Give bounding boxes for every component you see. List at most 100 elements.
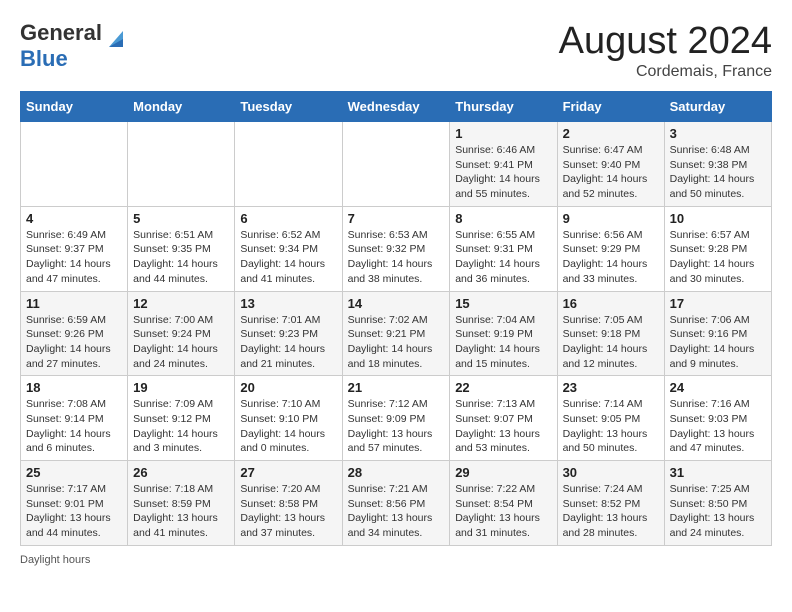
day-info: Sunrise: 6:49 AMSunset: 9:37 PMDaylight:… — [26, 228, 122, 287]
day-info: Sunrise: 6:55 AMSunset: 9:31 PMDaylight:… — [455, 228, 551, 287]
day-number: 6 — [240, 211, 336, 226]
calendar-cell — [342, 122, 450, 207]
calendar-cell: 20 Sunrise: 7:10 AMSunset: 9:10 PMDayligh… — [235, 376, 342, 461]
day-info: Sunrise: 7:01 AMSunset: 9:23 PMDaylight:… — [240, 313, 336, 372]
day-info: Sunrise: 6:52 AMSunset: 9:34 PMDaylight:… — [240, 228, 336, 287]
calendar-week-row: 25Sunrise: 7:17 AMSunset: 9:01 PMDayligh… — [21, 461, 772, 546]
day-info: Sunrise: 7:08 AMSunset: 9:14 PMDaylight:… — [26, 397, 122, 456]
day-number: 21 — [348, 380, 445, 395]
day-info: Sunrise: 7:25 AMSunset: 8:50 PMDaylight:… — [670, 482, 766, 541]
calendar-cell: 23Sunrise: 7:14 AMSunset: 9:05 PMDayligh… — [557, 376, 664, 461]
day-info: Sunrise: 7:04 AMSunset: 9:19 PMDaylight:… — [455, 313, 551, 372]
day-info: Sunrise: 7:17 AMSunset: 9:01 PMDaylight:… — [26, 482, 122, 541]
calendar-cell: 1Sunrise: 6:46 AMSunset: 9:41 PMDaylight… — [450, 122, 557, 207]
day-number: 17 — [670, 296, 766, 311]
calendar-day-header: Friday — [557, 92, 664, 122]
day-number: 30 — [563, 465, 659, 480]
day-info: Sunrise: 6:56 AMSunset: 9:29 PMDaylight:… — [563, 228, 659, 287]
day-number: 14 — [348, 296, 445, 311]
calendar-day-header: Monday — [128, 92, 235, 122]
calendar-day-header: Thursday — [450, 92, 557, 122]
calendar-cell: 19 Sunrise: 7:09 AMSunset: 9:12 PMDayligh… — [128, 376, 235, 461]
day-number: 8 — [455, 211, 551, 226]
calendar-cell: 28Sunrise: 7:21 AMSunset: 8:56 PMDayligh… — [342, 461, 450, 546]
day-info: Sunrise: 7:18 AMSunset: 8:59 PMDaylight:… — [133, 482, 229, 541]
day-info: Sunrise: 7:02 AMSunset: 9:21 PMDaylight:… — [348, 313, 445, 372]
calendar-cell: 25Sunrise: 7:17 AMSunset: 9:01 PMDayligh… — [21, 461, 128, 546]
month-year-title: August 2024 — [559, 20, 772, 63]
day-number: 23 — [563, 380, 659, 395]
day-number: 24 — [670, 380, 766, 395]
day-number: 20 — [240, 380, 336, 395]
day-number: 4 — [26, 211, 122, 226]
day-number: 13 — [240, 296, 336, 311]
logo-arrow-icon — [105, 29, 127, 51]
calendar-cell: 29 Sunrise: 7:22 AMSunset: 8:54 PMDayligh… — [450, 461, 557, 546]
calendar-cell: 26Sunrise: 7:18 AMSunset: 8:59 PMDayligh… — [128, 461, 235, 546]
day-number: 7 — [348, 211, 445, 226]
calendar-cell: 15 Sunrise: 7:04 AMSunset: 9:19 PMDayligh… — [450, 291, 557, 376]
day-info: Sunrise: 7:09 AMSunset: 9:12 PMDaylight:… — [133, 397, 229, 456]
calendar-cell: 31 Sunrise: 7:25 AMSunset: 8:50 PMDayligh… — [664, 461, 771, 546]
day-number: 15 — [455, 296, 551, 311]
day-info: Sunrise: 7:05 AMSunset: 9:18 PMDaylight:… — [563, 313, 659, 372]
calendar-day-header: Wednesday — [342, 92, 450, 122]
calendar-cell: 3Sunrise: 6:48 AMSunset: 9:38 PMDaylight… — [664, 122, 771, 207]
daylight-label: Daylight hours — [20, 554, 90, 566]
day-info: Sunrise: 7:10 AMSunset: 9:10 PMDaylight:… — [240, 397, 336, 456]
calendar-table: SundayMondayTuesdayWednesdayThursdayFrid… — [20, 91, 772, 546]
day-info: Sunrise: 6:51 AMSunset: 9:35 PMDaylight:… — [133, 228, 229, 287]
day-info: Sunrise: 6:59 AMSunset: 9:26 PMDaylight:… — [26, 313, 122, 372]
calendar-cell: 7 Sunrise: 6:53 AMSunset: 9:32 PMDaylight… — [342, 206, 450, 291]
calendar-day-header: Saturday — [664, 92, 771, 122]
day-number: 3 — [670, 126, 766, 141]
calendar-cell: 5Sunrise: 6:51 AMSunset: 9:35 PMDaylight… — [128, 206, 235, 291]
calendar-cell: 8 Sunrise: 6:55 AMSunset: 9:31 PMDaylight… — [450, 206, 557, 291]
calendar-cell: 14 Sunrise: 7:02 AMSunset: 9:21 PMDayligh… — [342, 291, 450, 376]
calendar-week-row: 18Sunrise: 7:08 AMSunset: 9:14 PMDayligh… — [21, 376, 772, 461]
day-info: Sunrise: 7:06 AMSunset: 9:16 PMDaylight:… — [670, 313, 766, 372]
logo: General Blue — [20, 20, 127, 72]
day-info: Sunrise: 7:24 AMSunset: 8:52 PMDaylight:… — [563, 482, 659, 541]
day-number: 22 — [455, 380, 551, 395]
day-info: Sunrise: 7:12 AMSunset: 9:09 PMDaylight:… — [348, 397, 445, 456]
day-number: 31 — [670, 465, 766, 480]
calendar-day-header: Sunday — [21, 92, 128, 122]
day-number: 9 — [563, 211, 659, 226]
calendar-cell: 30 Sunrise: 7:24 AMSunset: 8:52 PMDayligh… — [557, 461, 664, 546]
day-info: Sunrise: 6:47 AMSunset: 9:40 PMDaylight:… — [563, 143, 659, 202]
logo-text: General Blue — [20, 20, 102, 72]
logo-general: General — [20, 20, 102, 45]
calendar-cell: 18Sunrise: 7:08 AMSunset: 9:14 PMDayligh… — [21, 376, 128, 461]
calendar-week-row: 4 Sunrise: 6:49 AMSunset: 9:37 PMDaylight… — [21, 206, 772, 291]
calendar-cell: 6 Sunrise: 6:52 AMSunset: 9:34 PMDaylight… — [235, 206, 342, 291]
calendar-cell: 11Sunrise: 6:59 AMSunset: 9:26 PMDayligh… — [21, 291, 128, 376]
calendar-cell — [235, 122, 342, 207]
calendar-cell: 22Sunrise: 7:13 AMSunset: 9:07 PMDayligh… — [450, 376, 557, 461]
title-area: August 2024 Cordemais, France — [559, 20, 772, 81]
day-info: Sunrise: 7:22 AMSunset: 8:54 PMDaylight:… — [455, 482, 551, 541]
location-subtitle: Cordemais, France — [559, 63, 772, 81]
calendar-cell: 27Sunrise: 7:20 AMSunset: 8:58 PMDayligh… — [235, 461, 342, 546]
day-number: 29 — [455, 465, 551, 480]
day-info: Sunrise: 6:53 AMSunset: 9:32 PMDaylight:… — [348, 228, 445, 287]
calendar-cell: 17 Sunrise: 7:06 AMSunset: 9:16 PMDayligh… — [664, 291, 771, 376]
day-info: Sunrise: 7:16 AMSunset: 9:03 PMDaylight:… — [670, 397, 766, 456]
calendar-cell: 24 Sunrise: 7:16 AMSunset: 9:03 PMDayligh… — [664, 376, 771, 461]
calendar-day-header: Tuesday — [235, 92, 342, 122]
day-number: 19 — [133, 380, 229, 395]
calendar-cell: 21 Sunrise: 7:12 AMSunset: 9:09 PMDayligh… — [342, 376, 450, 461]
calendar-cell: 13 Sunrise: 7:01 AMSunset: 9:23 PMDayligh… — [235, 291, 342, 376]
calendar-cell: 12Sunrise: 7:00 AMSunset: 9:24 PMDayligh… — [128, 291, 235, 376]
day-number: 28 — [348, 465, 445, 480]
calendar-footer: Daylight hours — [20, 554, 772, 566]
calendar-week-row: 11Sunrise: 6:59 AMSunset: 9:26 PMDayligh… — [21, 291, 772, 376]
day-number: 10 — [670, 211, 766, 226]
calendar-cell — [128, 122, 235, 207]
day-number: 1 — [455, 126, 551, 141]
calendar-cell: 9 Sunrise: 6:56 AMSunset: 9:29 PMDaylight… — [557, 206, 664, 291]
day-number: 16 — [563, 296, 659, 311]
day-info: Sunrise: 6:57 AMSunset: 9:28 PMDaylight:… — [670, 228, 766, 287]
daylight-legend: Daylight hours — [20, 554, 90, 566]
calendar-cell: 4 Sunrise: 6:49 AMSunset: 9:37 PMDaylight… — [21, 206, 128, 291]
